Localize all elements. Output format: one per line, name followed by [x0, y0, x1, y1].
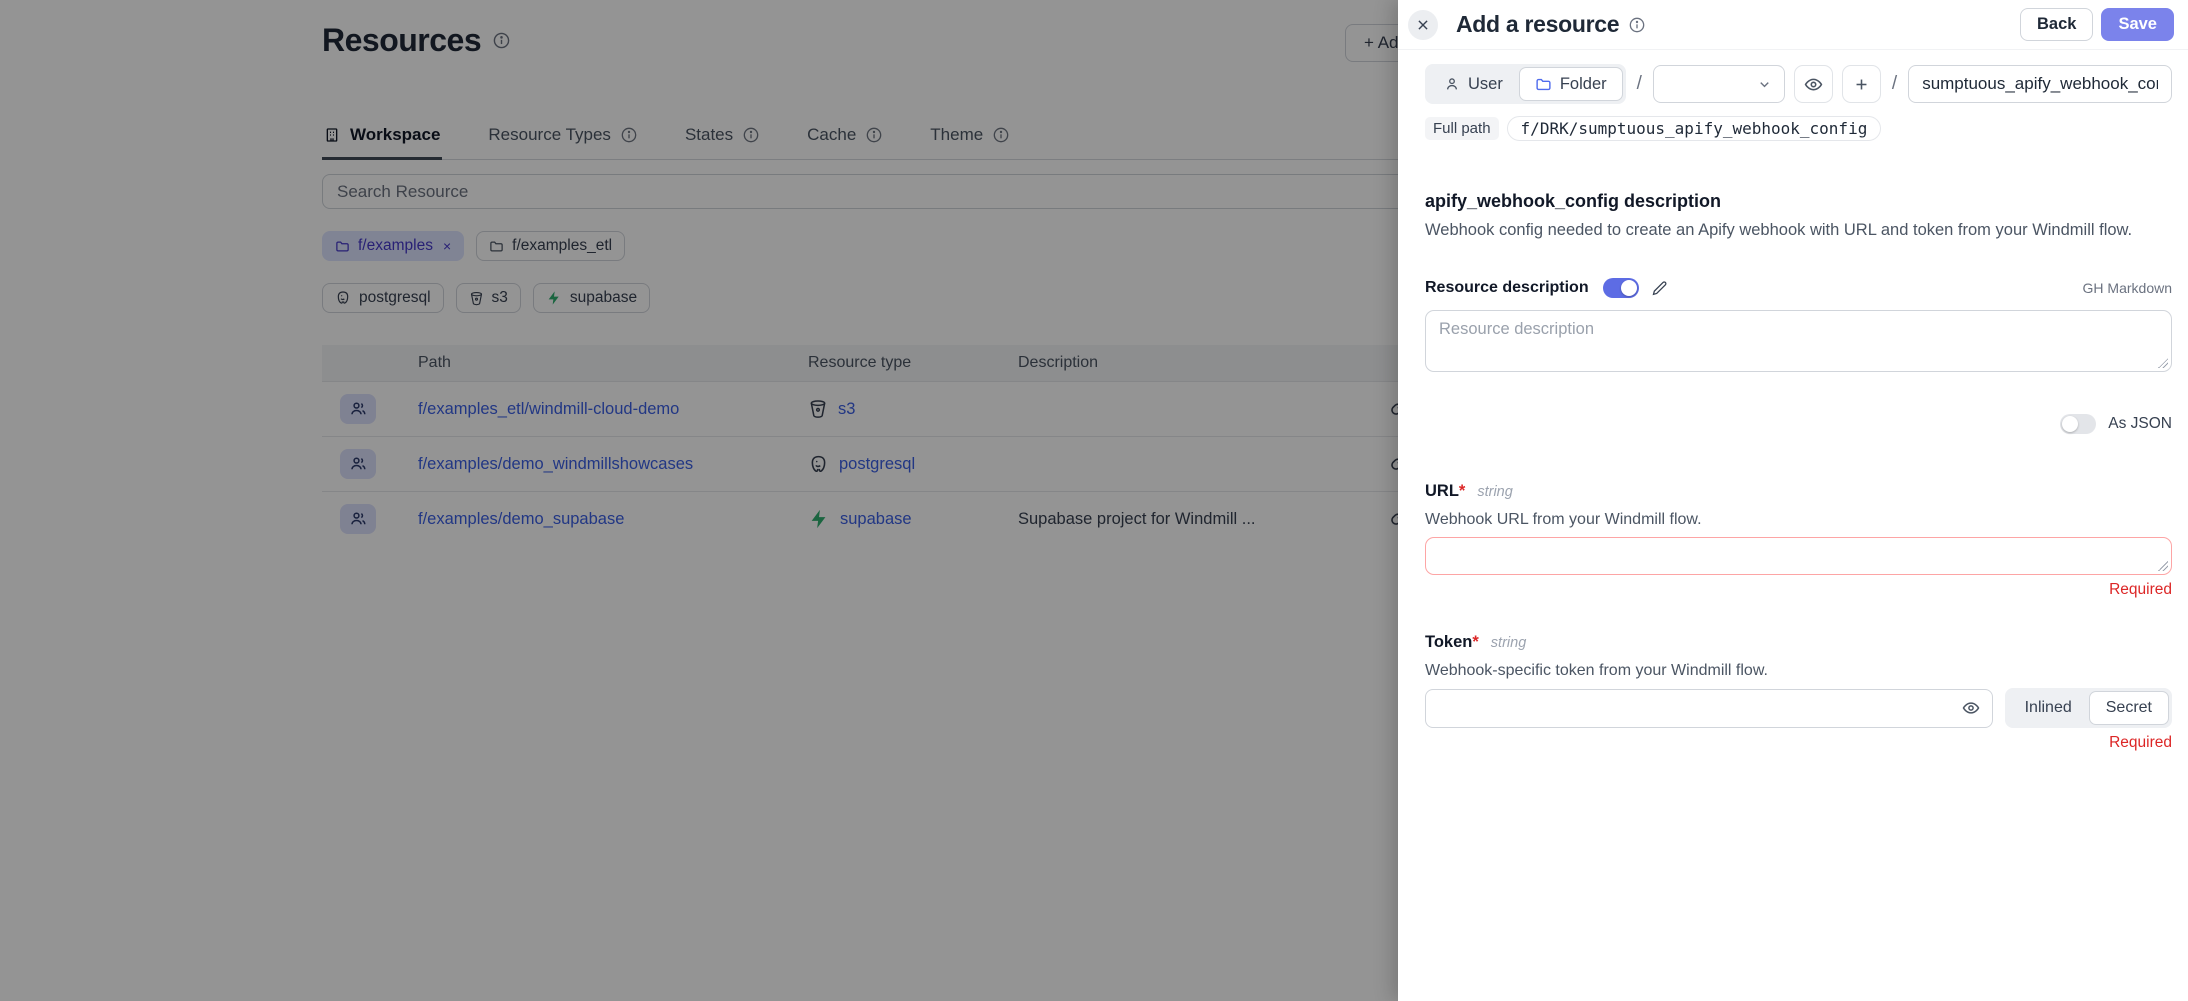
- resource-description-placeholder: Resource description: [1439, 320, 1594, 338]
- folder-toggle-label: Folder: [1560, 75, 1607, 94]
- info-icon: [1629, 17, 1645, 33]
- resize-handle[interactable]: [2158, 358, 2168, 368]
- resource-description-row: Resource description GH Markdown: [1425, 278, 2172, 298]
- path-picker: User Folder /: [1425, 64, 2172, 104]
- resource-type-description-body: Webhook config needed to create an Apify…: [1425, 221, 2172, 240]
- app-root: Resources + Add resource Workspace Resou…: [0, 0, 2188, 1001]
- token-field-type: string: [1491, 635, 1526, 651]
- resource-type-description-heading: apify_webhook_config description: [1425, 191, 2172, 212]
- required-asterisk: *: [1459, 482, 1465, 500]
- url-field-label: URL*: [1425, 482, 1465, 501]
- token-input-wrap: [1425, 689, 1993, 728]
- save-button[interactable]: Save: [2101, 8, 2174, 41]
- view-folder-button[interactable]: [1794, 65, 1833, 103]
- resize-handle[interactable]: [2158, 561, 2168, 571]
- folder-select[interactable]: [1653, 65, 1785, 103]
- plus-icon: [1853, 76, 1870, 93]
- token-field-label: Token*: [1425, 633, 1479, 652]
- resource-description-label: Resource description: [1425, 279, 1589, 297]
- token-input[interactable]: [1438, 698, 1962, 718]
- eye-icon[interactable]: [1962, 699, 1980, 717]
- token-field-help: Webhook-specific token from your Windmil…: [1425, 662, 2172, 680]
- token-field: Token* string Webhook-specific token fro…: [1425, 633, 2172, 752]
- resource-description-textarea[interactable]: Resource description: [1425, 310, 2172, 372]
- token-mode-toggle: Inlined Secret: [2005, 688, 2172, 728]
- user-toggle-button[interactable]: User: [1428, 67, 1519, 101]
- secret-toggle-button[interactable]: Secret: [2089, 691, 2169, 725]
- token-required-error: Required: [1425, 734, 2172, 752]
- folder-toggle-button[interactable]: Folder: [1519, 67, 1623, 101]
- path-separator: /: [1890, 73, 1899, 95]
- resource-name-input[interactable]: [1908, 65, 2172, 103]
- url-field-type: string: [1477, 484, 1512, 500]
- gh-markdown-hint: GH Markdown: [2083, 280, 2172, 296]
- full-path-label: Full path: [1425, 117, 1499, 140]
- add-folder-button[interactable]: [1842, 65, 1881, 103]
- required-asterisk: *: [1472, 633, 1478, 651]
- as-json-toggle[interactable]: [2060, 414, 2096, 434]
- resource-description-toggle[interactable]: [1603, 278, 1639, 298]
- url-field-help: Webhook URL from your Windmill flow.: [1425, 511, 2172, 529]
- url-input[interactable]: [1425, 537, 2172, 575]
- as-json-row: As JSON: [1425, 414, 2172, 434]
- url-required-error: Required: [1425, 581, 2172, 599]
- as-json-label: As JSON: [2108, 415, 2172, 433]
- close-drawer-button[interactable]: [1408, 10, 1438, 40]
- drawer-title: Add a resource: [1456, 11, 1619, 38]
- inlined-toggle-button[interactable]: Inlined: [2008, 691, 2089, 725]
- chevron-down-icon: [1757, 77, 1772, 92]
- add-resource-drawer: Add a resource Back Save User: [1398, 0, 2188, 1001]
- folder-icon: [1535, 76, 1552, 93]
- pencil-icon[interactable]: [1651, 280, 1668, 297]
- full-path-row: Full path f/DRK/sumptuous_apify_webhook_…: [1425, 116, 2172, 141]
- owner-kind-toggle: User Folder: [1425, 64, 1626, 104]
- back-button[interactable]: Back: [2020, 8, 2093, 41]
- drawer-header: Add a resource Back Save: [1398, 0, 2188, 50]
- url-field: URL* string Webhook URL from your Windmi…: [1425, 482, 2172, 599]
- full-path-value: f/DRK/sumptuous_apify_webhook_config: [1507, 116, 1882, 141]
- eye-icon: [1804, 75, 1823, 94]
- user-toggle-label: User: [1468, 75, 1503, 94]
- path-separator: /: [1635, 73, 1644, 95]
- user-icon: [1444, 76, 1460, 92]
